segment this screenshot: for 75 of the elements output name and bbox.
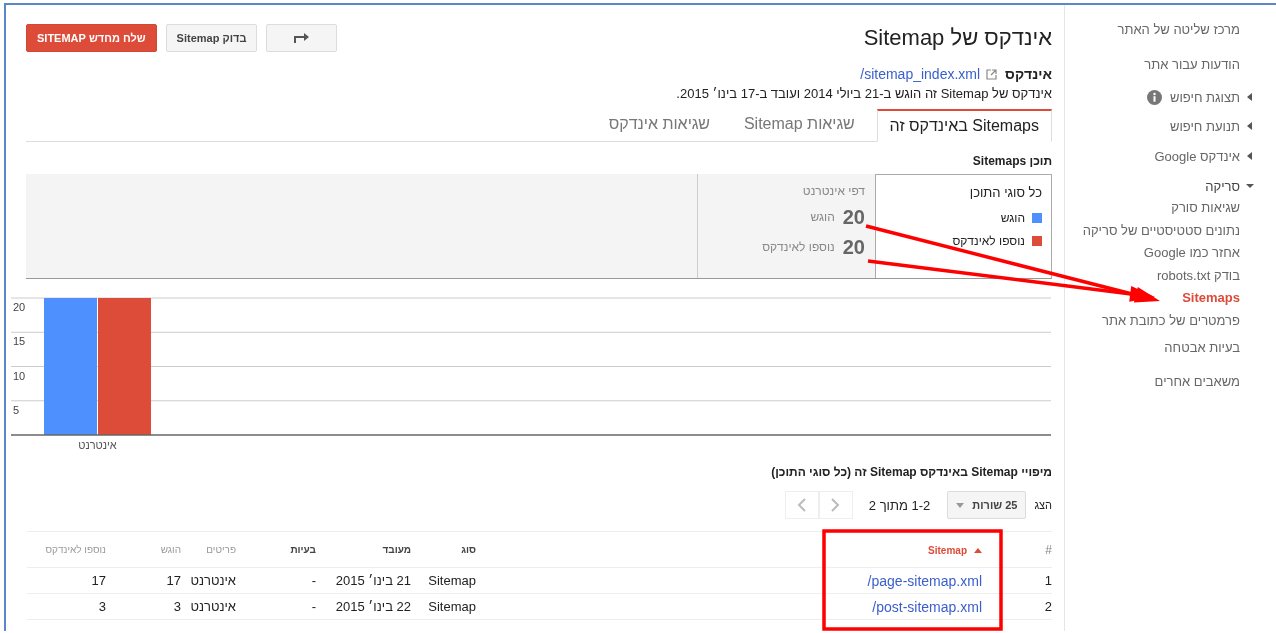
table-cell: 1 — [1044, 573, 1052, 588]
table-cell: 17 — [91, 573, 106, 588]
description-text: אינדקס של Sitemap זה הוגש ב-21 ביולי 2014 ועובד ב-17 בינו׳ 2015. — [675, 86, 1052, 101]
stats-heading: דפי אינטרנט — [801, 184, 865, 198]
caret-left-icon — [1246, 93, 1254, 101]
legend-label: נוספו לאינדקס — [952, 233, 1025, 248]
sidebar-item[interactable]: בעיות אבטחה — [1164, 336, 1276, 359]
sidebar-item[interactable]: נתונים סטטיסטיים של סריקה — [1082, 219, 1276, 243]
sidebar-item[interactable]: משאבים אחרים — [1154, 370, 1276, 393]
share-button[interactable] — [266, 24, 338, 52]
sidebar-item[interactable]: פרמטרים של כתובת אתר — [1101, 309, 1276, 333]
stat-label: נוספו לאינדקס — [762, 240, 835, 254]
rows-dropdown[interactable]: 25 שורות — [947, 491, 1027, 519]
chevron-left-icon — [797, 498, 807, 512]
table-cell: אינטרנט — [190, 573, 236, 588]
external-link-icon[interactable] — [986, 68, 998, 80]
caret-down-icon — [956, 502, 965, 508]
table-cell: - — [311, 599, 316, 614]
sidebar-item[interactable]: שגיאות סורק — [1171, 197, 1276, 220]
axis-label: 20 — [13, 301, 26, 313]
sitemap-link[interactable]: /page-sitemap.xml — [867, 572, 982, 589]
table-cell: - — [311, 573, 316, 588]
table-cell: 21 בינו׳ 2015 — [335, 573, 411, 588]
table-cell: 3 — [98, 599, 106, 614]
page-range: 1-2 מתוך 2 — [868, 497, 931, 513]
section-title: תוכן Sitemaps — [971, 154, 1052, 168]
axis-label: 15 — [13, 335, 26, 348]
table-cell: Sitemap — [428, 573, 476, 588]
arrow-right-icon — [293, 32, 310, 44]
test-button[interactable]: בדוק Sitemap — [165, 24, 258, 52]
caret-down-icon — [1246, 182, 1254, 190]
sidebar-item[interactable]: סריקה — [1205, 175, 1276, 197]
column-header[interactable]: נוספו לאינדקס — [45, 544, 106, 555]
page-title: אינדקס של Sitemap — [863, 25, 1052, 51]
legend-label: הוגש — [1000, 210, 1025, 225]
table-cell: 17 — [166, 573, 181, 588]
category-label: אינטרנט — [78, 439, 117, 451]
sidebar-item[interactable]: תנועת חיפוש — [1169, 115, 1276, 137]
sidebar-item[interactable]: אינדקס Google — [1154, 145, 1276, 167]
table-cell: 3 — [173, 599, 181, 614]
column-header[interactable]: סוג — [461, 544, 476, 555]
caret-left-icon — [1246, 152, 1254, 160]
chevron-right-icon — [831, 498, 841, 512]
stat-label: הוגש — [810, 210, 835, 224]
sidebar-item[interactable]: בודק robots.txt — [1156, 264, 1276, 288]
axis-label: 5 — [13, 403, 20, 416]
column-header[interactable]: # — [1045, 542, 1052, 557]
stat-value: 20 — [842, 205, 865, 229]
tab[interactable]: Sitemaps באינדקס זה — [876, 109, 1052, 142]
sidebar-item[interactable]: אחזר כמו Google — [1143, 242, 1276, 265]
tab[interactable]: שגיאות Sitemap — [731, 109, 867, 141]
legend-title: כל סוגי התוכן — [968, 185, 1042, 200]
sort-up-icon — [974, 547, 982, 553]
caret-left-icon — [1246, 122, 1254, 130]
column-header[interactable]: Sitemap — [928, 544, 982, 556]
resubmit-button[interactable]: שלח מחדש SITEMAP — [26, 24, 157, 52]
sitemap-link[interactable]: /post-sitemap.xml — [872, 598, 982, 615]
index-label: אינדקס — [1005, 66, 1052, 82]
table-cell: 22 בינו׳ 2015 — [335, 599, 411, 614]
stat-value: 20 — [842, 235, 865, 259]
table-cell: 2 — [1044, 599, 1052, 614]
index-link[interactable]: /sitemap_index.xml — [860, 66, 981, 82]
sidebar-item[interactable]: Sitemaps — [1182, 287, 1276, 310]
sidebar-item[interactable]: הודעות עבור אתר — [1144, 53, 1276, 75]
column-header[interactable]: מעובד — [382, 544, 411, 555]
sidebar-item[interactable]: מרכז שליטה של האתר — [1117, 18, 1276, 40]
column-header[interactable]: בעיות — [290, 544, 316, 555]
tab[interactable]: שגיאות אינדקס — [596, 109, 722, 141]
section-title: מיפויי Sitemap באינדקס Sitemap זה (כל סוגי התוכן) — [770, 465, 1052, 479]
column-header[interactable]: הוגש — [160, 544, 181, 555]
show-label: הצג — [1034, 499, 1052, 511]
table-cell: אינטרנט — [190, 599, 236, 614]
table-cell: Sitemap — [428, 599, 476, 614]
sidebar-item[interactable]: תצוגת חיפוש — [1147, 86, 1276, 108]
axis-label: 10 — [13, 369, 26, 382]
